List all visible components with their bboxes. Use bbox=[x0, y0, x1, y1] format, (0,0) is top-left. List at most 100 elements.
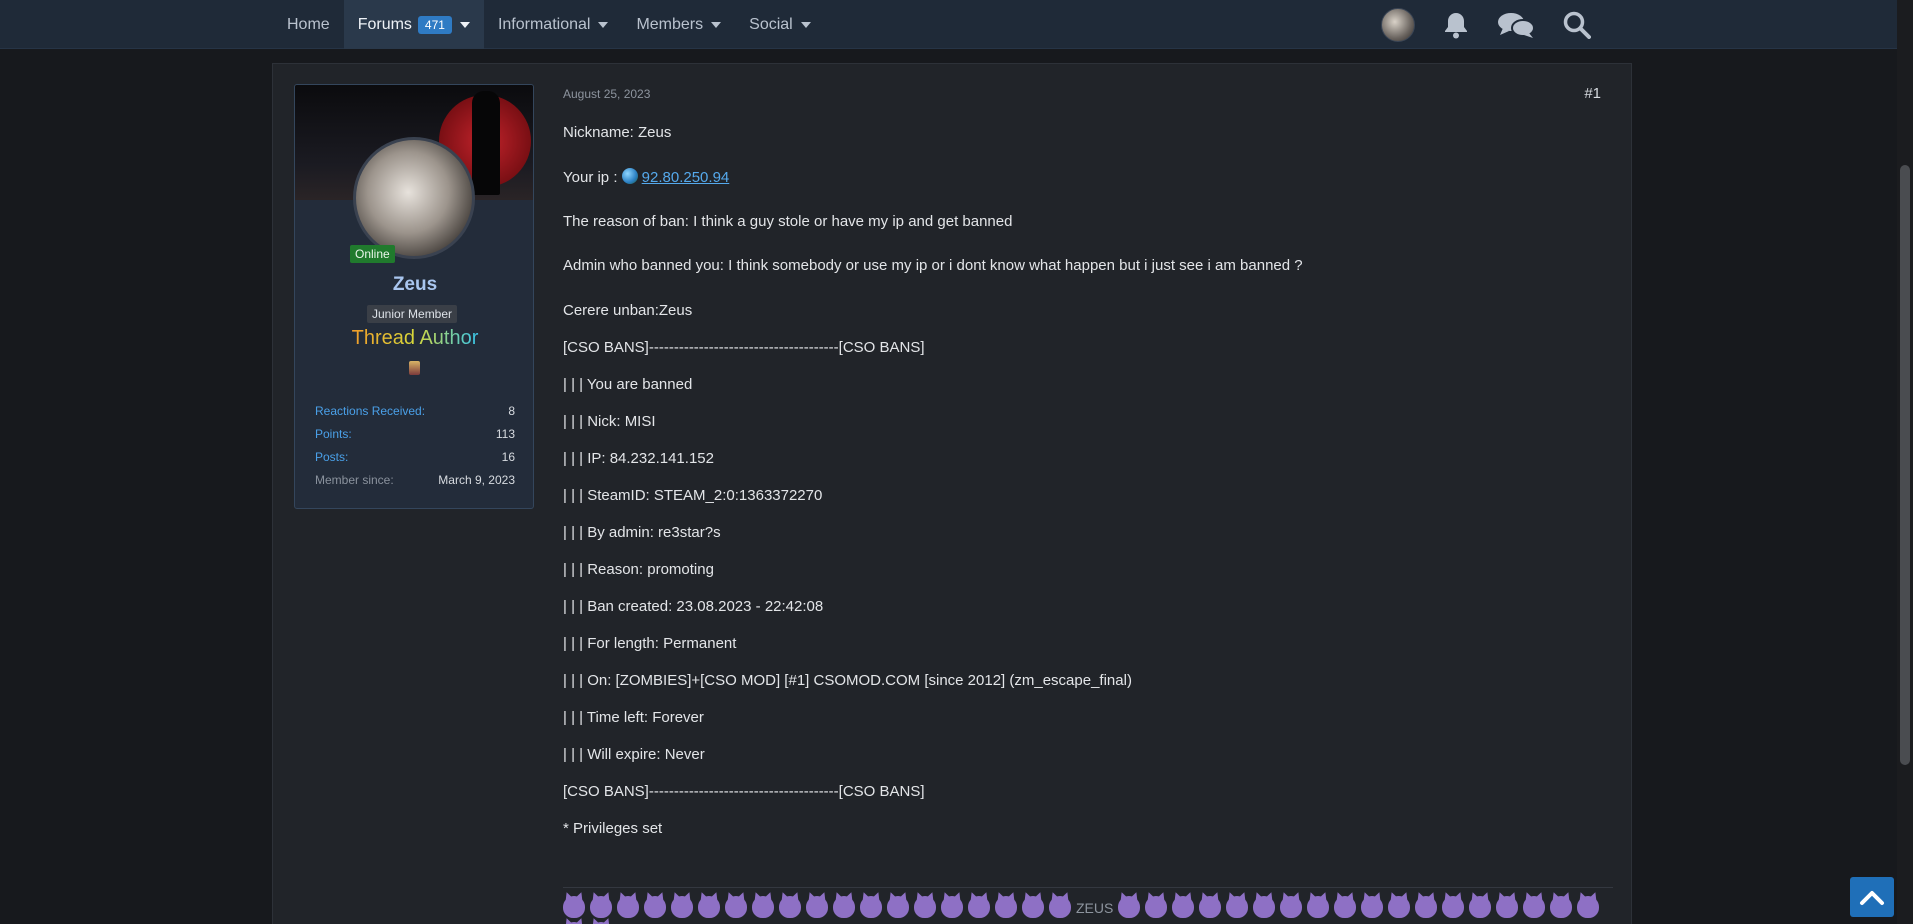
devil-emoji-icon bbox=[725, 896, 747, 918]
devil-emoji-icon bbox=[1388, 896, 1411, 918]
devil-emoji-icon bbox=[1118, 896, 1141, 918]
signature: ZEUS bbox=[563, 895, 1613, 924]
chevron-down-icon[interactable] bbox=[711, 21, 722, 28]
post-date[interactable]: August 25, 2023 bbox=[563, 87, 650, 101]
devil-emoji-icon bbox=[1577, 896, 1600, 918]
devil-emoji-icon bbox=[1199, 896, 1222, 918]
chevron-down-icon[interactable] bbox=[598, 21, 609, 28]
devil-emoji-icon bbox=[752, 896, 774, 918]
tab-home[interactable]: Home bbox=[273, 0, 344, 49]
devil-emoji-icon bbox=[1145, 896, 1168, 918]
ban-line: | | | Reason: promoting bbox=[563, 561, 714, 578]
devil-emoji-icon bbox=[671, 896, 693, 918]
online-badge: Online bbox=[350, 245, 395, 263]
user-title: Junior Member bbox=[367, 305, 458, 323]
devil-emoji-icon bbox=[806, 896, 828, 918]
user-stats: Reactions Received: 8 Points: 113 Posts:… bbox=[315, 399, 515, 491]
request-line: Cerere unban:Zeus bbox=[563, 302, 693, 319]
chevron-up-icon bbox=[1860, 891, 1884, 905]
account-avatar[interactable] bbox=[1381, 7, 1415, 42]
stat-posts-label[interactable]: Posts: bbox=[315, 450, 348, 464]
tab-social-label: Social bbox=[749, 15, 793, 33]
devil-emoji-icon bbox=[563, 896, 585, 918]
devil-emoji-icon bbox=[1469, 896, 1492, 918]
devil-emoji-icon bbox=[617, 896, 639, 918]
stat-member-since-value: March 9, 2023 bbox=[438, 472, 515, 487]
ban-line: | | | By admin: re3star?s bbox=[563, 524, 721, 541]
trophy-icon bbox=[409, 361, 420, 375]
thread-author-badge: Thread Author bbox=[295, 327, 533, 350]
devil-emoji-icon bbox=[1442, 896, 1465, 918]
chat-bubbles-icon[interactable] bbox=[1497, 11, 1535, 39]
tab-social[interactable]: Social bbox=[735, 0, 825, 49]
user-card: Online Zeus Junior Member Thread Author … bbox=[294, 84, 534, 509]
thread-post: Online Zeus Junior Member Thread Author … bbox=[272, 63, 1632, 924]
chevron-down-icon[interactable] bbox=[800, 21, 811, 28]
stat-member-since: Member since: March 9, 2023 bbox=[315, 468, 515, 491]
scrollbar-thumb[interactable] bbox=[1900, 165, 1910, 765]
ip-line: Your ip : 92.80.250.94 bbox=[563, 168, 729, 186]
tab-members-label: Members bbox=[636, 15, 704, 33]
ip-label: Your ip : bbox=[563, 169, 618, 186]
devil-emoji-icon bbox=[1022, 896, 1044, 918]
reason-line: The reason of ban: I think a guy stole o… bbox=[563, 213, 1013, 230]
ban-line: | | | For length: Permanent bbox=[563, 635, 737, 652]
devil-emoji-icon bbox=[941, 896, 963, 918]
devil-emoji-icon bbox=[1550, 896, 1573, 918]
stat-points-label[interactable]: Points: bbox=[315, 427, 352, 441]
scroll-to-top-button[interactable] bbox=[1850, 877, 1894, 917]
devil-emoji-icon bbox=[1415, 896, 1438, 918]
bell-icon[interactable] bbox=[1443, 11, 1469, 39]
banner-figure bbox=[472, 91, 500, 195]
devil-emoji-icon bbox=[860, 896, 882, 918]
devil-emoji-icon bbox=[995, 896, 1017, 918]
ban-line: [CSO BANS]------------------------------… bbox=[563, 783, 925, 800]
tab-informational[interactable]: Informational bbox=[484, 0, 623, 49]
top-navigation: Home Forums 471 Informational Members So… bbox=[0, 0, 1897, 49]
tab-forums[interactable]: Forums 471 bbox=[343, 0, 484, 49]
avatar[interactable] bbox=[353, 137, 475, 259]
devil-emoji-icon bbox=[1280, 896, 1303, 918]
nickname-line: Nickname: Zeus bbox=[563, 124, 672, 141]
tab-members[interactable]: Members bbox=[622, 0, 735, 49]
devil-emoji-icon bbox=[1523, 896, 1546, 918]
devil-emoji-icon bbox=[590, 896, 612, 918]
signature-divider bbox=[563, 887, 1613, 888]
devil-emoji-icon bbox=[1172, 896, 1195, 918]
forums-count-badge: 471 bbox=[417, 15, 452, 34]
tab-forums-label: Forums bbox=[357, 15, 412, 33]
username[interactable]: Zeus bbox=[295, 274, 533, 296]
nav-tabs: Home Forums 471 Informational Members So… bbox=[273, 0, 825, 49]
devil-emoji-icon bbox=[968, 896, 990, 918]
stat-posts-value: 16 bbox=[501, 449, 515, 464]
devil-emoji-icon bbox=[1496, 896, 1519, 918]
ban-line: [CSO BANS]------------------------------… bbox=[563, 339, 925, 356]
ban-line: | | | On: [ZOMBIES]+[CSO MOD] [#1] CSOMO… bbox=[563, 672, 1132, 689]
post-number-link[interactable]: #1 bbox=[1584, 85, 1601, 102]
devil-emoji-icon bbox=[1361, 896, 1384, 918]
page-scrollbar[interactable] bbox=[1897, 0, 1913, 924]
devil-emoji-icon bbox=[1226, 896, 1249, 918]
devil-emoji-icon bbox=[887, 896, 909, 918]
admin-line: Admin who banned you: I think somebody o… bbox=[563, 257, 1303, 274]
ip-link[interactable]: 92.80.250.94 bbox=[642, 169, 730, 186]
devil-emoji-icon bbox=[833, 896, 855, 918]
ban-line: | | | You are banned bbox=[563, 376, 693, 393]
nav-actions bbox=[1381, 0, 1591, 49]
stat-reactions: Reactions Received: 8 bbox=[315, 399, 515, 422]
stat-reactions-label[interactable]: Reactions Received: bbox=[315, 404, 425, 418]
devil-emoji-icon bbox=[914, 896, 936, 918]
devil-emoji-icon bbox=[644, 896, 666, 918]
ban-line: | | | Ban created: 23.08.2023 - 22:42:08 bbox=[563, 598, 824, 615]
signature-text: ZEUS bbox=[1076, 900, 1114, 916]
chevron-down-icon[interactable] bbox=[459, 21, 470, 28]
ban-line: | | | SteamID: STEAM_2:0:1363372270 bbox=[563, 487, 823, 504]
ban-line: | | | Nick: MISI bbox=[563, 413, 656, 430]
devil-emoji-icon bbox=[1253, 896, 1276, 918]
search-icon[interactable] bbox=[1563, 11, 1591, 39]
stat-points-value: 113 bbox=[495, 426, 515, 441]
stat-reactions-value: 8 bbox=[508, 403, 515, 418]
stat-posts: Posts: 16 bbox=[315, 445, 515, 468]
devil-emoji-icon bbox=[1307, 896, 1330, 918]
devil-emoji-icon bbox=[1049, 896, 1071, 918]
